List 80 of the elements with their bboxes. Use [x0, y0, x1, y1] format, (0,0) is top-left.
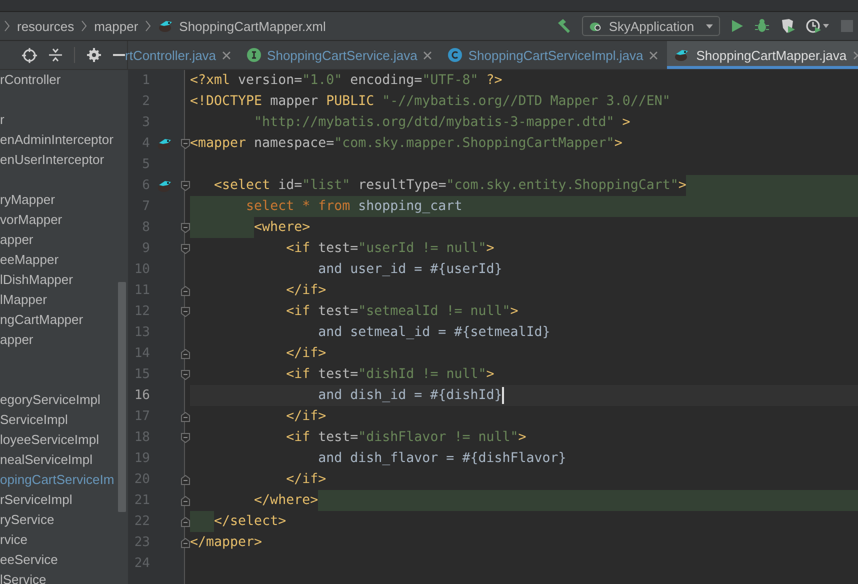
- code-line: </if>: [285, 282, 328, 300]
- target-icon[interactable]: [22, 48, 37, 62]
- project-tree-item[interactable]: enUserInterceptor: [0, 150, 104, 170]
- chevron-icon: [4, 20, 10, 32]
- project-tree-item[interactable]: egoryServiceImpl: [0, 390, 100, 410]
- project-tree-item[interactable]: r: [0, 110, 4, 130]
- project-tree-item[interactable]: ryMapper: [0, 190, 55, 210]
- bird-icon[interactable]: [157, 136, 173, 150]
- chevron-icon: [81, 20, 88, 32]
- project-tree-item[interactable]: opingCartServiceIm: [0, 470, 114, 490]
- bird-icon: [674, 48, 690, 62]
- run-configuration-dropdown[interactable]: SkyApplication: [582, 16, 720, 36]
- interface-icon: [247, 48, 262, 62]
- class-icon: [448, 48, 462, 62]
- editor-tab[interactable]: ShoppingCartMapper.java: [667, 41, 858, 69]
- editor-tab[interactable]: ShoppingCartServiceImpl.java: [441, 41, 668, 69]
- editor-tab[interactable]: rtController.java: [118, 41, 240, 69]
- settings-icon[interactable]: [87, 48, 101, 62]
- project-tree-item[interactable]: apper: [0, 330, 34, 350]
- project-tree-item[interactable]: rvice: [0, 530, 28, 550]
- fold-marker-icon[interactable]: [180, 244, 190, 254]
- breadcrumb-item[interactable]: ShoppingCartMapper.xml: [158, 18, 326, 34]
- run-icon[interactable]: [730, 19, 744, 33]
- project-tree-item[interactable]: rServiceImpl: [0, 490, 72, 510]
- project-tree-item[interactable]: enAdminInterceptor: [0, 130, 114, 150]
- project-tree-item[interactable]: ryService: [0, 510, 54, 530]
- project-tree-item[interactable]: loyeeServiceImpl: [0, 430, 99, 450]
- fold-marker-icon[interactable]: [180, 306, 190, 316]
- project-tree-item[interactable]: lMapper: [0, 290, 47, 310]
- code-line: <select id="list" resultType="com.sky.entity.ShoppingCart">: [190, 175, 858, 196]
- profiler-icon[interactable]: [806, 18, 830, 34]
- code-line: and dish_flavor = #{dishFlavor}: [317, 450, 568, 468]
- caret-icon: [706, 24, 713, 28]
- fold-marker-icon[interactable]: [180, 432, 190, 442]
- code-line: </select>: [190, 511, 858, 532]
- project-tree-item[interactable]: rController: [0, 70, 61, 90]
- mapper-file-icon: [158, 19, 174, 33]
- code-line: "http://mybatis.org/dtd/mybatis-3-mapper.dtd" >: [253, 114, 632, 132]
- code-line: <?xml version="1.0" encoding="UTF-8" ?>: [190, 72, 504, 90]
- breadcrumb-item[interactable]: mapper: [94, 18, 138, 34]
- code-line: <if test="dishFlavor != null">: [285, 429, 528, 447]
- close-icon[interactable]: [649, 50, 658, 60]
- project-tree-item[interactable]: apper: [0, 230, 34, 250]
- scrollbar-thumb[interactable]: [118, 282, 126, 512]
- project-tree-item[interactable]: lDishMapper: [0, 270, 73, 290]
- fold-marker-icon[interactable]: [180, 222, 190, 232]
- bird-icon[interactable]: [157, 178, 173, 192]
- code-line: and setmeal_id = #{setmealId}: [317, 324, 552, 342]
- code-line: <if test="userId != null">: [285, 240, 496, 258]
- code-line: and user_id = #{userId}: [317, 261, 504, 279]
- collapse-icon[interactable]: [49, 48, 62, 62]
- code-line: <mapper namespace="com.sky.mapper.ShoppingCartMapper">: [190, 135, 624, 153]
- bug-icon[interactable]: [754, 18, 770, 34]
- hammer-icon[interactable]: [556, 18, 572, 34]
- breadcrumb-item[interactable]: resources: [17, 18, 74, 34]
- fold-marker-icon[interactable]: [180, 370, 190, 380]
- code-line: <if test="dishId != null">: [285, 366, 496, 384]
- code-line: </if>: [285, 471, 328, 489]
- code-line: <if test="setmealId != null">: [285, 303, 520, 321]
- code-line: </if>: [285, 345, 328, 363]
- fold-marker-icon[interactable]: [180, 138, 190, 148]
- code-line: </mapper>: [190, 534, 264, 552]
- code-line: <!DOCTYPE mapper PUBLIC "-//mybatis.org//DTD Mapper 3.0//EN": [190, 93, 672, 111]
- project-tree-item[interactable]: lService: [0, 570, 46, 584]
- project-tree-item[interactable]: eeMapper: [0, 250, 59, 270]
- close-icon[interactable]: [222, 50, 232, 60]
- chevron-icon: [145, 20, 152, 32]
- code-line: <where>: [190, 217, 858, 238]
- fold-marker-icon[interactable]: [180, 180, 190, 190]
- code-line: </if>: [285, 408, 328, 426]
- project-tree-item[interactable]: nealServiceImpl: [0, 450, 92, 470]
- project-tree-item[interactable]: ServiceImpl: [0, 410, 68, 430]
- close-icon[interactable]: [423, 50, 432, 60]
- project-tree-item[interactable]: vorMapper: [0, 210, 62, 230]
- project-tree-item[interactable]: ngCartMapper: [0, 310, 84, 330]
- shield-icon[interactable]: [780, 18, 796, 34]
- code-line: select * from shopping_cart: [190, 196, 858, 217]
- line-number: 16: [133, 388, 150, 403]
- editor-tab[interactable]: ShoppingCartService.java: [240, 41, 442, 69]
- project-tree-item[interactable]: eeService: [0, 550, 58, 570]
